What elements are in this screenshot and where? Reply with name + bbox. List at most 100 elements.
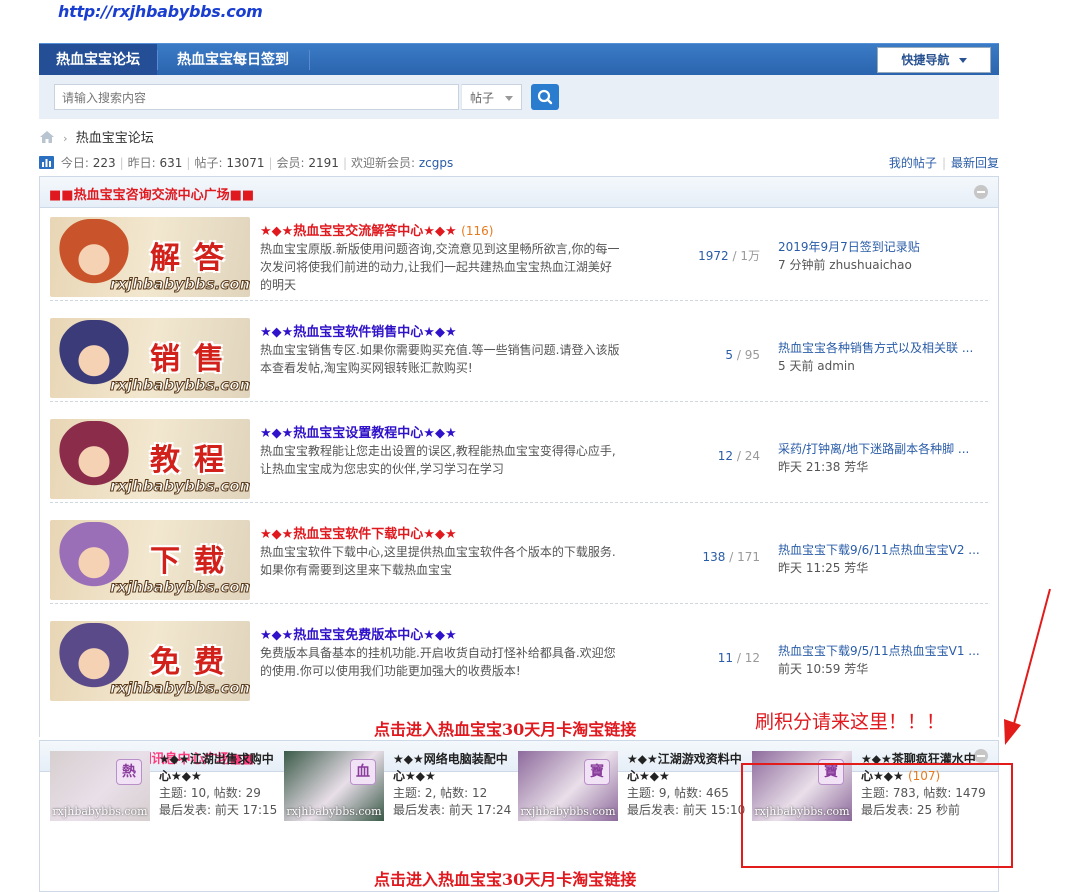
forum-description: 热血宝宝销售专区.如果你需要购买充值.等一些销售问题.请登入该版本查看发帖,淘宝… [260, 343, 620, 375]
forum-image-watermark: rxjhbabybbs.com [109, 376, 250, 395]
search-button[interactable] [531, 84, 559, 110]
forum-title-text[interactable]: ★◆★热血宝宝交流解答中心★◆★ [260, 224, 457, 239]
quick-nav-label: 快捷导航 [901, 53, 950, 67]
nav-tab-checkin[interactable]: 热血宝宝每日签到 [159, 44, 307, 76]
nav-tab-forum[interactable]: 热血宝宝论坛 [39, 44, 157, 76]
forum-icon-image[interactable]: 解答 rxjhbabybbs.com [50, 217, 250, 297]
forum-row: 销售 rxjhbabybbs.com ★◆★热血宝宝软件销售中心★◆★ 热血宝宝销售… [50, 309, 988, 402]
last-post-meta: 前天 10:59 芳华 [778, 662, 869, 676]
forum-description: 热血宝宝软件下载中心,这里提供热血宝宝软件各个版本的下载服务.如果你有需要到这里… [260, 545, 616, 577]
subforum-title-text[interactable]: ★◆★江湖游戏资料中心★◆★ [627, 752, 742, 783]
subforum-item: 寶 rxjhbabybbs.com ★◆★江湖游戏资料中心★◆★ 主题: 9, 帖数… [518, 751, 753, 831]
forum-counts: 138 / 171 [702, 550, 760, 564]
stat-members-label: 会员: [276, 156, 309, 170]
subforum-last-time: 前天 15:10 [682, 803, 746, 817]
subforum-last-label: 最后发表: [159, 803, 215, 817]
forum-icon-image[interactable]: 销售 rxjhbabybbs.com [50, 318, 250, 398]
subforum-text: ★◆★江湖出售求购中心★◆★ 主题: 10, 帖数: 29 最后发表: 前天 17… [159, 751, 284, 819]
last-post-title[interactable]: 热血宝宝下载9/6/11点热血宝宝V2 ... [778, 541, 983, 559]
forum-new-count: (116) [461, 224, 494, 238]
search-bar: 请输入搜索内容 帖子 [39, 75, 999, 119]
search-type-select[interactable]: 帖子 [461, 84, 522, 110]
subforum-title[interactable]: ★◆★网络电脑装配中心★◆★ [393, 751, 518, 785]
forum-image-chars: 下载 [150, 544, 238, 579]
forum-threads: 1972 [698, 249, 729, 263]
subforum-image-char: 熱 [116, 759, 142, 785]
last-post-meta: 7 分钟前 zhushuaichao [778, 258, 912, 272]
subforum-posts-label: 帖数: [213, 786, 246, 800]
subforum-image-watermark: rxjhbabybbs.com [520, 805, 616, 818]
forum-title[interactable]: ★◆★热血宝宝免费版本中心★◆★ [260, 624, 457, 643]
subforum-topics-label: 主题: [393, 786, 425, 800]
forum-title[interactable]: ★◆★热血宝宝软件下载中心★◆★ [260, 523, 457, 542]
section-consult-header: ■■热血宝宝咨询交流中心广场■■ [40, 177, 998, 208]
subforum-last: 最后发表: 前天 17:15 [159, 802, 284, 819]
breadcrumb-current[interactable]: 热血宝宝论坛 [76, 131, 154, 146]
stat-yesterday-label: 昨日: [127, 156, 160, 170]
subforum-icon-image[interactable]: 熱 rxjhbabybbs.com [50, 751, 150, 821]
stat-today-label: 今日: [60, 156, 93, 170]
forum-posts: 95 [744, 348, 760, 362]
collapse-icon[interactable] [974, 185, 988, 199]
subforum-title[interactable]: ★◆★江湖游戏资料中心★◆★ [627, 751, 752, 785]
forum-title-text[interactable]: ★◆★热血宝宝软件下载中心★◆★ [260, 527, 457, 542]
forum-title[interactable]: ★◆★热血宝宝软件销售中心★◆★ [260, 321, 457, 340]
forum-image-watermark: rxjhbabybbs.com [109, 578, 250, 597]
forum-image-watermark: rxjhbabybbs.com [109, 477, 250, 496]
my-posts-link[interactable]: 我的帖子 [889, 156, 937, 170]
subforum-topics-label: 主题: [159, 786, 191, 800]
latest-replies-link[interactable]: 最新回复 [951, 156, 999, 170]
forum-title-text[interactable]: ★◆★热血宝宝软件销售中心★◆★ [260, 325, 457, 340]
last-post-title[interactable]: 采药/打钟离/地下迷路副本各种脚 ... [778, 440, 983, 458]
forum-row: 解答 rxjhbabybbs.com ★◆★热血宝宝交流解答中心★◆★ (116) 热… [50, 208, 988, 301]
forum-counts: 12 / 24 [717, 449, 760, 463]
subforum-icon-image[interactable]: 寶 rxjhbabybbs.com [518, 751, 618, 821]
subforum-last: 最后发表: 前天 15:10 [627, 802, 752, 819]
last-post-meta: 昨天 11:25 芳华 [778, 561, 869, 575]
forum-row: 免费 rxjhbabybbs.com ★◆★热血宝宝免费版本中心★◆★ 免费版本具备… [50, 612, 988, 704]
section-consult-title[interactable]: ■■热血宝宝咨询交流中心广场■■ [49, 184, 254, 203]
stat-members: 2191 [308, 156, 339, 170]
subforum-last-label: 最后发表: [393, 803, 449, 817]
chevron-down-icon [958, 58, 967, 63]
forum-title[interactable]: ★◆★热血宝宝设置教程中心★◆★ [260, 422, 457, 441]
subforum-icon-image[interactable]: 血 rxjhbabybbs.com [284, 751, 384, 821]
forum-icon-image[interactable]: 免费 rxjhbabybbs.com [50, 621, 250, 701]
forum-image-chars: 教程 [150, 443, 238, 478]
stat-newmember-label: 欢迎新会员: [351, 156, 419, 170]
bar-chart-icon [39, 156, 54, 169]
last-post-meta: 5 天前 admin [778, 359, 855, 373]
forum-icon-image[interactable]: 教程 rxjhbabybbs.com [50, 419, 250, 499]
promo-link[interactable]: 点击进入热血宝宝30天月卡淘宝链接 [374, 716, 636, 740]
forum-icon-image[interactable]: 下载 rxjhbabybbs.com [50, 520, 250, 600]
subforum-item: 熱 rxjhbabybbs.com ★◆★江湖出售求购中心★◆★ 主题: 10, 帖… [50, 751, 285, 831]
stat-newmember[interactable]: zcgps [419, 156, 453, 170]
last-post-title[interactable]: 2019年9月7日签到记录贴 [778, 238, 983, 256]
forum-title-text[interactable]: ★◆★热血宝宝设置教程中心★◆★ [260, 426, 457, 441]
promo-link-bottom[interactable]: 点击进入热血宝宝30天月卡淘宝链接 [374, 866, 636, 890]
last-post-title[interactable]: 热血宝宝下载9/5/11点热血宝宝V1 ... [778, 642, 983, 660]
forum-threads: 138 [702, 550, 726, 564]
highlight-box [741, 763, 1013, 868]
quick-nav-button[interactable]: 快捷导航 [877, 47, 991, 73]
forum-threads: 12 [717, 449, 734, 463]
subforum-title[interactable]: ★◆★江湖出售求购中心★◆★ [159, 751, 284, 785]
forum-title[interactable]: ★◆★热血宝宝交流解答中心★◆★ (116) [260, 220, 493, 239]
forum-last-post: 热血宝宝下载9/5/11点热血宝宝V1 ... 前天 10:59 芳华 [778, 642, 983, 678]
section-consult-panel: ■■热血宝宝咨询交流中心广场■■ 解答 rxjhbabybbs.com ★◆★热血宝… [39, 176, 999, 737]
forum-row: 下载 rxjhbabybbs.com ★◆★热血宝宝软件下载中心★◆★ 热血宝宝软件… [50, 511, 988, 604]
subforum-topics: 9 [658, 786, 667, 800]
home-icon[interactable] [39, 130, 55, 144]
search-input[interactable]: 请输入搜索内容 [54, 84, 459, 110]
subforum-topics: 10 [190, 786, 207, 800]
subforum-title-text[interactable]: ★◆★网络电脑装配中心★◆★ [393, 752, 508, 783]
site-url-logo[interactable]: http://rxjhbabybbs.com [58, 2, 263, 21]
subforum-last-label: 最后发表: [627, 803, 683, 817]
last-post-title[interactable]: 热血宝宝各种销售方式以及相关联 ... [778, 339, 983, 357]
subforum-posts-label: 帖数: [440, 786, 472, 800]
subforum-title-text[interactable]: ★◆★江湖出售求购中心★◆★ [159, 752, 274, 783]
forum-description: 热血宝宝教程能让您走出设置的误区,教程能热血宝宝变得得心应手,让热血宝宝成为您忠… [260, 444, 616, 476]
forum-title-text[interactable]: ★◆★热血宝宝免费版本中心★◆★ [260, 628, 457, 643]
forum-posts: 171 [737, 550, 760, 564]
forum-counts: 5 / 95 [725, 348, 760, 362]
